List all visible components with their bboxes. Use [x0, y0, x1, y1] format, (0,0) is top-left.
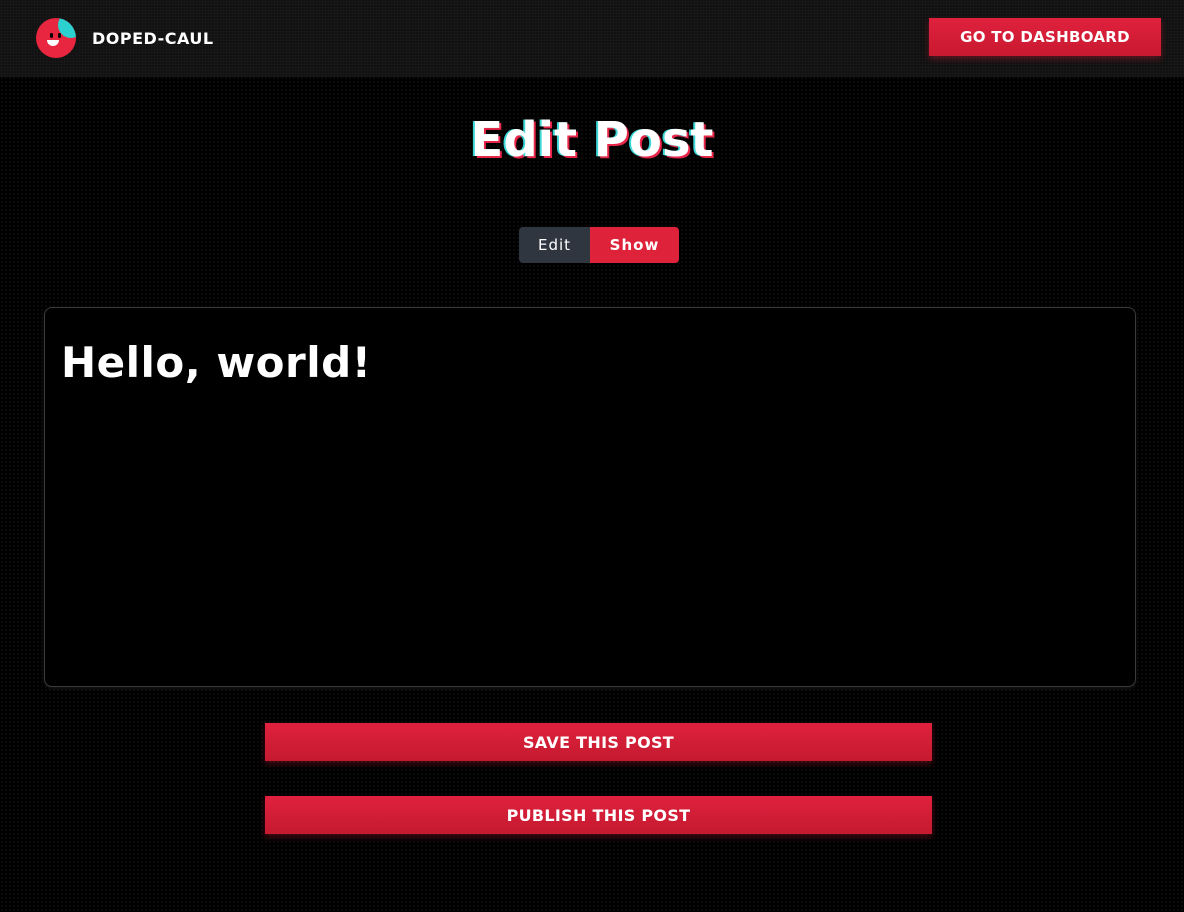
post-preview-area[interactable]: Hello, world!: [44, 307, 1136, 687]
publish-post-button[interactable]: PUBLISH THIS POST: [265, 796, 932, 834]
edit-tab[interactable]: Edit: [519, 227, 590, 263]
save-post-button[interactable]: SAVE THIS POST: [265, 723, 932, 761]
brand-name: DOPED-CAUL: [92, 28, 214, 48]
show-tab[interactable]: Show: [590, 227, 679, 263]
post-heading: Hello, world!: [61, 338, 372, 387]
view-mode-toggle: Edit Show: [519, 227, 679, 263]
go-to-dashboard-button[interactable]: GO TO DASHBOARD: [929, 18, 1161, 56]
page-title: Edit Post: [470, 112, 714, 168]
top-navbar: DOPED-CAUL GO TO DASHBOARD: [0, 0, 1184, 77]
smiley-logo-icon: [36, 18, 76, 58]
brand[interactable]: DOPED-CAUL: [36, 18, 214, 58]
